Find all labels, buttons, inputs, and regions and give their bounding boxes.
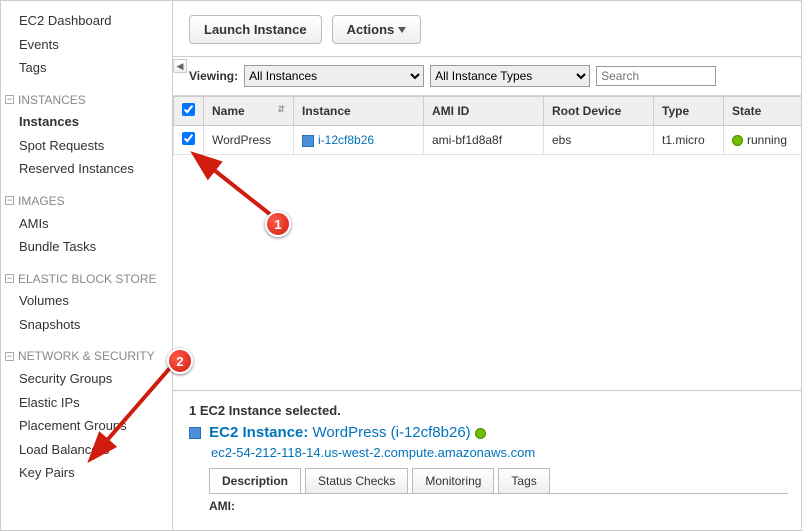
sidebar-item-dashboard[interactable]: EC2 Dashboard [5, 9, 172, 33]
header-name[interactable]: Name⇵ [204, 97, 294, 126]
collapse-icon: − [5, 95, 14, 104]
sidebar-item-events[interactable]: Events [5, 33, 172, 57]
table-row[interactable]: WordPress i-12cf8b26 ami-bf1d8a8f ebs t1… [174, 126, 802, 155]
sidebar-item-placement-groups[interactable]: Placement Groups [5, 414, 172, 438]
viewing-label: Viewing: [189, 69, 238, 83]
collapse-sidebar-handle[interactable]: ◀ [173, 59, 187, 73]
collapse-icon: − [5, 352, 14, 361]
header-state[interactable]: State [724, 97, 802, 126]
sidebar-item-reserved-instances[interactable]: Reserved Instances [5, 157, 172, 181]
detail-dns[interactable]: ec2-54-212-118-14.us-west-2.compute.amaz… [211, 445, 788, 460]
filter-instances-select[interactable]: All Instances [244, 65, 424, 87]
sidebar-item-instances[interactable]: Instances [5, 110, 172, 134]
actions-button[interactable]: Actions [332, 15, 422, 44]
sidebar-top-list: EC2 Dashboard Events Tags −INSTANCES Ins… [5, 9, 172, 485]
cell-ami: ami-bf1d8a8f [424, 126, 544, 155]
cell-root-device: ebs [544, 126, 654, 155]
chevron-down-icon [398, 27, 406, 33]
sidebar-header-network-security[interactable]: −NETWORK & SECURITY [5, 336, 172, 367]
header-root-device[interactable]: Root Device [544, 97, 654, 126]
filter-instance-types-select[interactable]: All Instance Types [430, 65, 590, 87]
tab-description[interactable]: Description [209, 468, 301, 493]
status-dot-running-icon [475, 428, 486, 439]
instance-icon [189, 427, 201, 439]
sidebar: EC2 Dashboard Events Tags −INSTANCES Ins… [1, 1, 173, 530]
detail-title: EC2 Instance: WordPress (i-12cf8b26) [189, 424, 788, 441]
sidebar-item-load-balancers[interactable]: Load Balancers [5, 438, 172, 462]
detail-tabs: Description Status Checks Monitoring Tag… [209, 468, 788, 493]
selection-summary: 1 EC2 Instance selected. [189, 403, 788, 418]
toolbar: Launch Instance Actions [173, 1, 802, 57]
cell-state: running [724, 126, 802, 155]
header-ami[interactable]: AMI ID [424, 97, 544, 126]
tab-tags[interactable]: Tags [498, 468, 549, 493]
tab-body: AMI: [209, 493, 788, 513]
main-panel: Launch Instance Actions Viewing: All Ins… [173, 1, 802, 530]
status-dot-running-icon [732, 135, 743, 146]
sidebar-item-security-groups[interactable]: Security Groups [5, 367, 172, 391]
ami-label: AMI: [209, 499, 235, 513]
sort-icon: ⇵ [277, 104, 285, 115]
viewing-bar: Viewing: All Instances All Instance Type… [173, 57, 802, 96]
detail-panel: 1 EC2 Instance selected. EC2 Instance: W… [173, 390, 802, 530]
header-type[interactable]: Type [654, 97, 724, 126]
row-checkbox[interactable] [182, 132, 195, 145]
sidebar-item-elastic-ips[interactable]: Elastic IPs [5, 391, 172, 415]
cell-name: WordPress [204, 126, 294, 155]
collapse-icon: − [5, 274, 14, 283]
cell-type: t1.micro [654, 126, 724, 155]
sidebar-header-images[interactable]: −IMAGES [5, 181, 172, 212]
sidebar-header-instances[interactable]: −INSTANCES [5, 80, 172, 111]
sidebar-header-ebs[interactable]: −ELASTIC BLOCK STORE [5, 259, 172, 290]
sidebar-item-key-pairs[interactable]: Key Pairs [5, 461, 172, 485]
header-instance[interactable]: Instance [294, 97, 424, 126]
sidebar-item-tags[interactable]: Tags [5, 56, 172, 80]
sidebar-item-spot-requests[interactable]: Spot Requests [5, 134, 172, 158]
tab-status-checks[interactable]: Status Checks [305, 468, 408, 493]
header-checkbox[interactable] [174, 97, 204, 126]
launch-instance-button[interactable]: Launch Instance [189, 15, 322, 44]
sidebar-item-amis[interactable]: AMIs [5, 212, 172, 236]
select-all-checkbox[interactable] [182, 103, 195, 116]
sidebar-item-snapshots[interactable]: Snapshots [5, 313, 172, 337]
sidebar-item-bundle-tasks[interactable]: Bundle Tasks [5, 235, 172, 259]
instance-icon [302, 135, 314, 147]
sidebar-item-volumes[interactable]: Volumes [5, 289, 172, 313]
instances-table: Name⇵ Instance AMI ID Root Device Type S… [173, 96, 802, 155]
tab-monitoring[interactable]: Monitoring [412, 468, 494, 493]
collapse-icon: − [5, 196, 14, 205]
search-input[interactable] [596, 66, 716, 86]
cell-instance[interactable]: i-12cf8b26 [294, 126, 424, 155]
